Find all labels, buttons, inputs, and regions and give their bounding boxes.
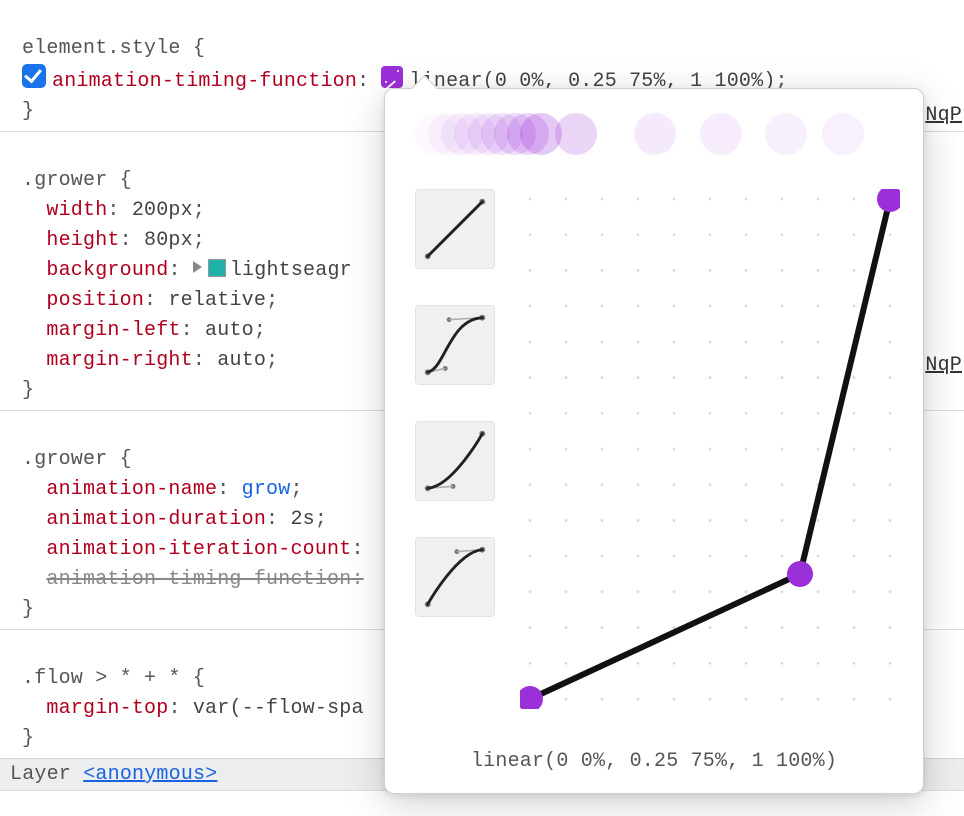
color-swatch-icon[interactable] (208, 259, 226, 277)
preset-linear[interactable] (415, 189, 495, 269)
prop-name[interactable]: width (46, 199, 107, 222)
control-point[interactable] (787, 561, 813, 587)
selector: .flow > * + * (22, 667, 181, 690)
prop-value[interactable]: lightseagr (230, 259, 352, 282)
preview-dot (634, 113, 676, 155)
preview-dot (822, 113, 864, 155)
prop-value[interactable]: auto (205, 319, 254, 342)
source-link[interactable]: NqP (923, 354, 964, 377)
control-point[interactable] (877, 189, 900, 212)
layer-link[interactable]: <anonymous> (83, 763, 217, 786)
prop-value[interactable]: grow (242, 478, 291, 501)
prop-name[interactable]: position (46, 289, 144, 312)
selector: element.style (22, 37, 181, 60)
prop-value[interactable]: 2s (290, 508, 314, 531)
layer-label: Layer (10, 763, 83, 786)
prop-name[interactable]: animation-timing-function (52, 70, 357, 93)
easing-value-readout: linear(0 0%, 0.25 75%, 1 100%) (385, 750, 923, 773)
overridden-prop[interactable]: animation-timing-function: (46, 568, 363, 591)
prop-name[interactable]: animation-name (46, 478, 217, 501)
easing-swatch-icon[interactable] (381, 66, 403, 88)
selector: .grower (22, 448, 107, 471)
control-point[interactable] (520, 686, 543, 709)
prop-name[interactable]: animation-duration (46, 508, 266, 531)
preview-dot (555, 113, 597, 155)
prop-name[interactable]: animation-iteration-count (46, 538, 351, 561)
preset-ease-out[interactable] (415, 537, 495, 617)
selector: .grower (22, 169, 107, 192)
easing-editor-popover: linear(0 0%, 0.25 75%, 1 100%) (384, 88, 924, 794)
source-link[interactable]: NqP (923, 104, 964, 127)
easing-presets (415, 189, 503, 653)
preset-ease-in[interactable] (415, 421, 495, 501)
prop-value[interactable]: relative (168, 289, 266, 312)
prop-value[interactable]: 200px (132, 199, 193, 222)
preset-ease[interactable] (415, 305, 495, 385)
easing-preview-strip (415, 113, 903, 159)
expand-shorthand-icon[interactable] (193, 261, 202, 273)
easing-curve-editor[interactable] (520, 189, 900, 709)
prop-name[interactable]: margin-right (46, 349, 192, 372)
prop-value[interactable]: auto (217, 349, 266, 372)
prop-value[interactable]: var(--flow-spa (193, 697, 364, 720)
preview-dot (700, 113, 742, 155)
prop-name[interactable]: margin-top (46, 697, 168, 720)
preview-dot (765, 113, 807, 155)
styles-panel: element.style { animation-timing-functio… (0, 0, 964, 816)
prop-value[interactable]: 80px (144, 229, 193, 252)
prop-name[interactable]: height (46, 229, 119, 252)
enable-checkbox[interactable] (22, 64, 46, 88)
prop-name[interactable]: background (46, 259, 168, 282)
prop-name[interactable]: margin-left (46, 319, 180, 342)
